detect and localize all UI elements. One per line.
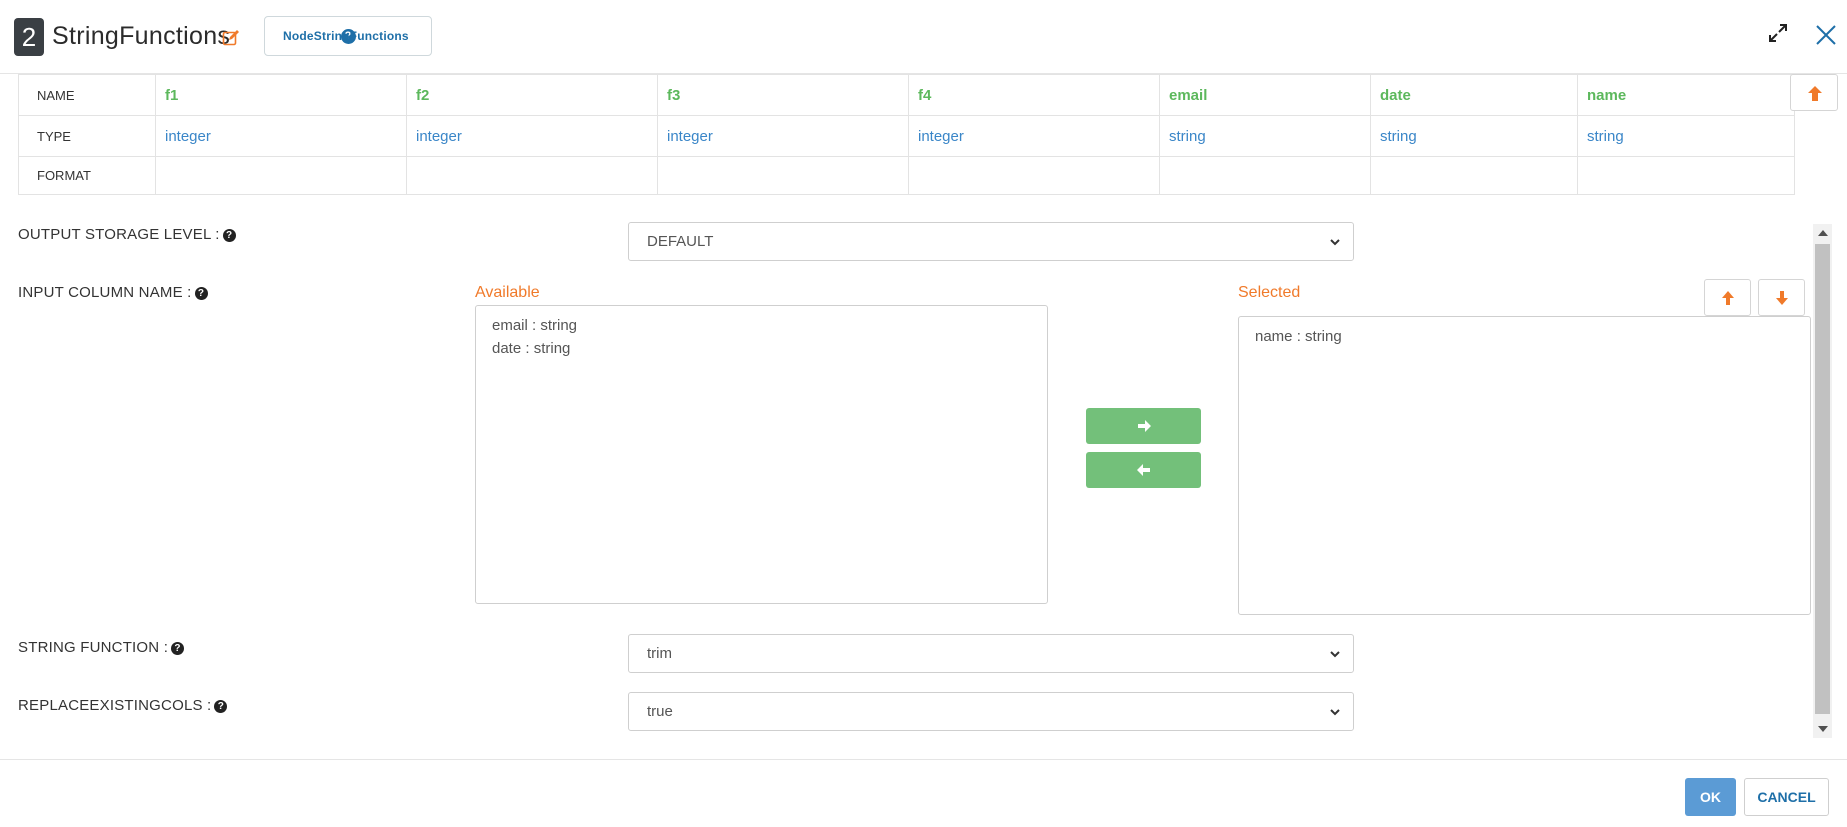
arrow-down-icon bbox=[1775, 290, 1788, 305]
arrow-up-icon bbox=[1721, 290, 1734, 305]
help-icon[interactable]: ? bbox=[214, 700, 228, 713]
string-function-label: STRING FUNCTION :? bbox=[18, 639, 185, 656]
available-columns-list[interactable]: email : string date : string bbox=[475, 305, 1048, 604]
schema-format-row: FORMAT bbox=[18, 156, 1795, 195]
column-type-cell: integer bbox=[155, 115, 407, 157]
column-type-cell: string bbox=[1577, 115, 1795, 157]
string-function-select[interactable]: trim bbox=[628, 634, 1354, 673]
chevron-down-icon bbox=[1330, 239, 1340, 246]
column-type-cell: integer bbox=[908, 115, 1160, 157]
selected-heading: Selected bbox=[1238, 284, 1301, 301]
ok-button[interactable]: OK bbox=[1685, 778, 1736, 816]
column-format-cell[interactable] bbox=[908, 156, 1160, 195]
help-icon[interactable]: ? bbox=[222, 229, 236, 242]
column-type-cell: string bbox=[1370, 115, 1578, 157]
form-scrollbar[interactable] bbox=[1813, 224, 1832, 738]
output-storage-level-label-text: OUTPUT STORAGE LEVEL : bbox=[18, 226, 220, 243]
schema-type-row: TYPE integer integer integer integer str… bbox=[18, 115, 1795, 157]
replace-existing-cols-label-text: REPLACEEXISTINGCOLS : bbox=[18, 697, 212, 714]
dialog-footer bbox=[0, 759, 1847, 827]
column-name-cell: f2 bbox=[406, 74, 658, 116]
row-label-format: FORMAT bbox=[18, 156, 156, 195]
schema-name-row: NAME f1 f2 f3 f4 email date name bbox=[18, 74, 1795, 116]
column-name-cell: email bbox=[1159, 74, 1371, 116]
column-name-cell: f4 bbox=[908, 74, 1160, 116]
move-left-button[interactable] bbox=[1086, 452, 1201, 488]
cancel-button[interactable]: CANCEL bbox=[1744, 778, 1829, 816]
arrow-up-icon bbox=[1808, 86, 1822, 101]
column-name-cell: name bbox=[1577, 74, 1795, 116]
row-label-type: TYPE bbox=[18, 115, 156, 157]
arrow-right-icon bbox=[1137, 420, 1151, 432]
column-name-cell: f3 bbox=[657, 74, 909, 116]
replace-existing-cols-select[interactable]: true bbox=[628, 692, 1354, 731]
list-item[interactable]: name : string bbox=[1239, 325, 1810, 348]
scrollbar-thumb[interactable] bbox=[1815, 244, 1830, 714]
column-type-cell: string bbox=[1159, 115, 1371, 157]
help-button-label: NodeStringFunctions bbox=[283, 29, 409, 43]
chevron-down-icon bbox=[1330, 709, 1340, 716]
edit-icon[interactable] bbox=[222, 29, 240, 47]
column-format-cell[interactable] bbox=[1370, 156, 1578, 195]
string-function-value: trim bbox=[647, 645, 672, 662]
replace-existing-cols-label: REPLACEEXISTINGCOLS :? bbox=[18, 697, 228, 714]
row-label-name: NAME bbox=[18, 74, 156, 116]
column-format-cell[interactable] bbox=[406, 156, 658, 195]
input-column-name-label: INPUT COLUMN NAME :? bbox=[18, 284, 208, 301]
scroll-down-arrow-icon[interactable] bbox=[1818, 726, 1828, 732]
node-number-badge: 2 bbox=[14, 18, 44, 56]
list-item[interactable]: email : string bbox=[476, 314, 1047, 337]
help-icon[interactable]: ? bbox=[171, 642, 185, 655]
expand-icon[interactable] bbox=[1767, 22, 1789, 44]
move-right-button[interactable] bbox=[1086, 408, 1201, 444]
move-up-button[interactable] bbox=[1704, 279, 1751, 316]
move-down-button[interactable] bbox=[1758, 279, 1805, 316]
help-icon[interactable]: ? bbox=[194, 287, 208, 300]
close-icon[interactable] bbox=[1815, 24, 1837, 46]
chevron-down-icon bbox=[1330, 651, 1340, 658]
list-item[interactable]: date : string bbox=[476, 337, 1047, 360]
output-storage-level-value: DEFAULT bbox=[647, 233, 714, 250]
available-heading: Available bbox=[475, 284, 540, 301]
string-function-label-text: STRING FUNCTION : bbox=[18, 639, 169, 656]
column-type-cell: integer bbox=[406, 115, 658, 157]
arrow-left-icon bbox=[1136, 464, 1150, 476]
dialog-header: 2 StringFunctions ? NodeStringFunctions bbox=[0, 0, 1847, 74]
column-format-cell[interactable] bbox=[657, 156, 909, 195]
column-format-cell[interactable] bbox=[1159, 156, 1371, 195]
selected-columns-list[interactable]: name : string bbox=[1238, 316, 1811, 615]
input-column-name-label-text: INPUT COLUMN NAME : bbox=[18, 284, 192, 301]
column-type-cell: integer bbox=[657, 115, 909, 157]
output-storage-level-select[interactable]: DEFAULT bbox=[628, 222, 1354, 261]
replace-existing-cols-value: true bbox=[647, 703, 673, 720]
column-format-cell[interactable] bbox=[155, 156, 407, 195]
column-name-cell: f1 bbox=[155, 74, 407, 116]
node-help-button[interactable]: ? NodeStringFunctions bbox=[264, 16, 432, 56]
scroll-up-arrow-icon[interactable] bbox=[1818, 230, 1828, 236]
column-name-cell: date bbox=[1370, 74, 1578, 116]
schema-table: NAME f1 f2 f3 f4 email date name TYPE in… bbox=[18, 74, 1795, 195]
column-format-cell[interactable] bbox=[1577, 156, 1795, 195]
output-storage-level-label: OUTPUT STORAGE LEVEL :? bbox=[18, 226, 236, 243]
node-title: StringFunctions bbox=[52, 22, 231, 50]
scroll-to-top-button[interactable] bbox=[1790, 74, 1838, 111]
